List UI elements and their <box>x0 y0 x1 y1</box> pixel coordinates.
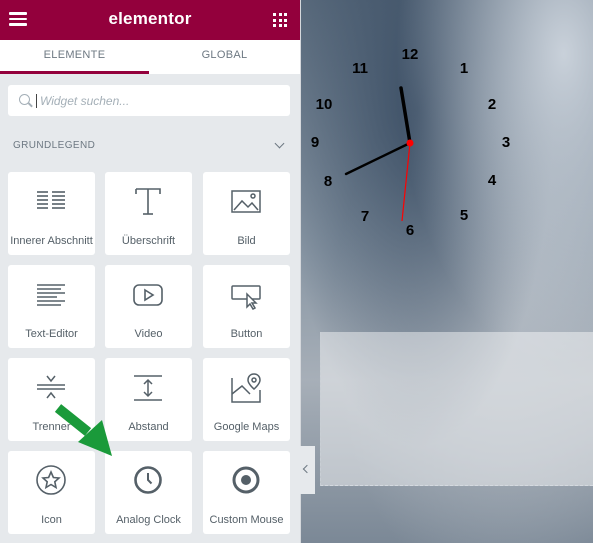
apps-grid-icon[interactable] <box>273 13 287 27</box>
widget-heading[interactable]: Überschrift <box>105 172 192 255</box>
category-title[interactable]: GRUNDLEGEND <box>13 140 95 151</box>
search-input[interactable] <box>40 85 280 116</box>
widget-text-editor[interactable]: Text-Editor <box>8 265 95 348</box>
target-icon <box>232 466 260 494</box>
star-icon <box>36 465 66 495</box>
widget-custom-mouse[interactable]: Custom Mouse <box>203 451 290 534</box>
widget-icon[interactable]: Icon <box>8 451 95 534</box>
widget-google-maps[interactable]: Google Maps <box>203 358 290 441</box>
top-bar: elementor <box>0 0 300 40</box>
clock-numeral: 5 <box>460 207 468 224</box>
text-cursor <box>36 94 37 108</box>
tab-global[interactable]: GLOBAL <box>149 40 300 74</box>
clock-numeral: 10 <box>316 96 333 113</box>
search-box <box>8 85 290 116</box>
divider-icon <box>37 375 65 399</box>
chevron-down-icon[interactable] <box>274 138 285 149</box>
search-icon <box>19 94 30 105</box>
video-icon <box>133 284 163 306</box>
clock-second-hand <box>401 142 411 222</box>
clock-hour-hand <box>399 86 412 145</box>
tab-elements[interactable]: ELEMENTE <box>0 40 149 74</box>
chevron-left-icon <box>302 464 312 474</box>
clock-numeral: 7 <box>361 208 369 225</box>
widget-label: Video <box>134 328 163 340</box>
widget-video[interactable]: Video <box>105 265 192 348</box>
clock-numeral: 2 <box>488 96 496 113</box>
google-maps-icon <box>231 373 261 403</box>
widget-label: Icon <box>41 514 62 526</box>
spacer-icon <box>134 375 162 401</box>
widget-label: Analog Clock <box>116 514 181 526</box>
image-icon <box>231 190 261 213</box>
widget-label: Custom Mouse <box>209 514 284 526</box>
widget-image[interactable]: Bild <box>203 172 290 255</box>
text-editor-icon <box>37 284 65 306</box>
clock-numeral: 1 <box>460 60 468 77</box>
clock-numeral: 8 <box>324 173 332 190</box>
clock-numeral: 11 <box>352 60 368 77</box>
heading-icon <box>135 188 161 215</box>
section-dropzone[interactable] <box>320 332 593 486</box>
clock-numeral: 9 <box>311 134 319 151</box>
widget-analog-clock[interactable]: Analog Clock <box>105 451 192 534</box>
clock-minute-hand <box>344 141 412 176</box>
widget-label: Überschrift <box>121 235 176 247</box>
inner-section-icon <box>37 191 65 209</box>
brand-logo: elementor <box>108 9 192 28</box>
widget-label: Text-Editor <box>25 328 78 340</box>
analog-clock-widget[interactable]: 121234567891011 <box>301 0 593 260</box>
collapse-panel-button[interactable] <box>300 446 315 494</box>
clock-numeral: 3 <box>502 134 510 151</box>
clock-icon <box>134 466 162 494</box>
green-arrow-annotation <box>54 404 112 456</box>
widget-label: Google Maps <box>213 421 280 433</box>
clock-numeral: 4 <box>488 172 497 189</box>
widget-label: Bild <box>237 235 256 247</box>
sidebar-panel: elementor ELEMENTE GLOBAL GRUNDLEGEND In… <box>0 0 301 543</box>
widget-label: Button <box>230 328 263 340</box>
widget-inner-section[interactable]: Innerer Abschnitt <box>8 172 95 255</box>
clock-numeral: 12 <box>402 46 419 63</box>
panel-tabs: ELEMENTE GLOBAL <box>0 40 300 74</box>
button-icon <box>231 285 261 310</box>
widget-button[interactable]: Button <box>203 265 290 348</box>
widget-label: Innerer Abschnitt <box>10 235 93 247</box>
clock-numeral: 6 <box>406 222 414 239</box>
clock-center-dot <box>406 139 414 147</box>
